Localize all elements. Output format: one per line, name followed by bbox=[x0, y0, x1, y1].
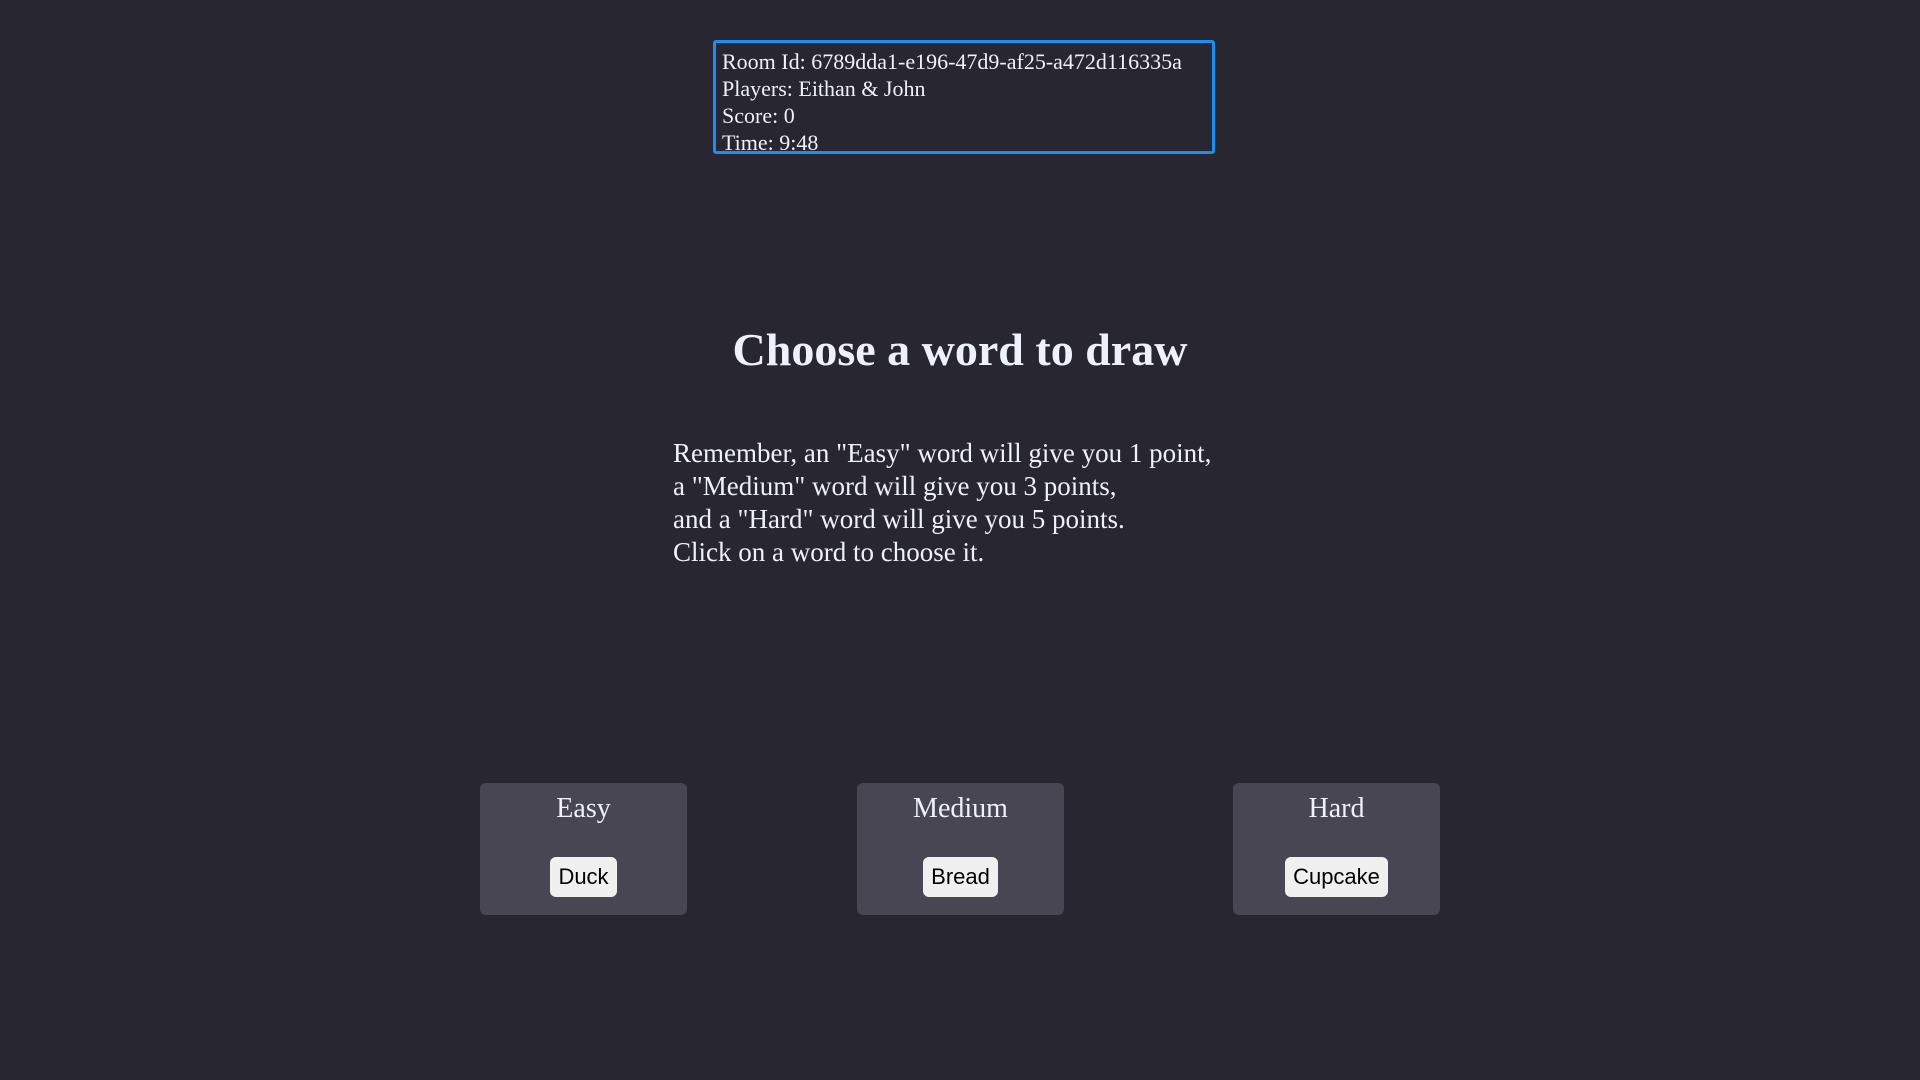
easy-label: Easy bbox=[556, 793, 611, 824]
medium-label: Medium bbox=[913, 793, 1008, 824]
instructions-text: Remember, an "Easy" word will give you 1… bbox=[673, 437, 1211, 569]
score-text: Score: 0 bbox=[722, 103, 795, 128]
easy-word-card: Easy Duck bbox=[480, 783, 687, 915]
players-text: Players: Eithan & John bbox=[722, 76, 926, 101]
medium-word-button[interactable]: Bread bbox=[923, 857, 998, 897]
instruction-line: Remember, an "Easy" word will give you 1… bbox=[673, 438, 1212, 468]
room-id-text: Room Id: 6789dda1-e196-47d9-af25-a472d11… bbox=[722, 49, 1182, 74]
hard-word-card: Hard Cupcake bbox=[1233, 783, 1440, 915]
medium-word-card: Medium Bread bbox=[857, 783, 1064, 915]
room-info-panel: Room Id: 6789dda1-e196-47d9-af25-a472d11… bbox=[713, 40, 1215, 155]
hard-label: Hard bbox=[1308, 793, 1365, 824]
instruction-line: Click on a word to choose it. bbox=[673, 537, 985, 567]
easy-word-button[interactable]: Duck bbox=[550, 857, 617, 897]
instruction-line: a "Medium" word will give you 3 points, bbox=[673, 471, 1117, 501]
hard-word-button[interactable]: Cupcake bbox=[1285, 857, 1388, 897]
instruction-line: and a "Hard" word will give you 5 points… bbox=[673, 504, 1125, 534]
page-title: Choose a word to draw bbox=[732, 324, 1188, 375]
timer-text: Time: 9:48 bbox=[722, 130, 819, 155]
